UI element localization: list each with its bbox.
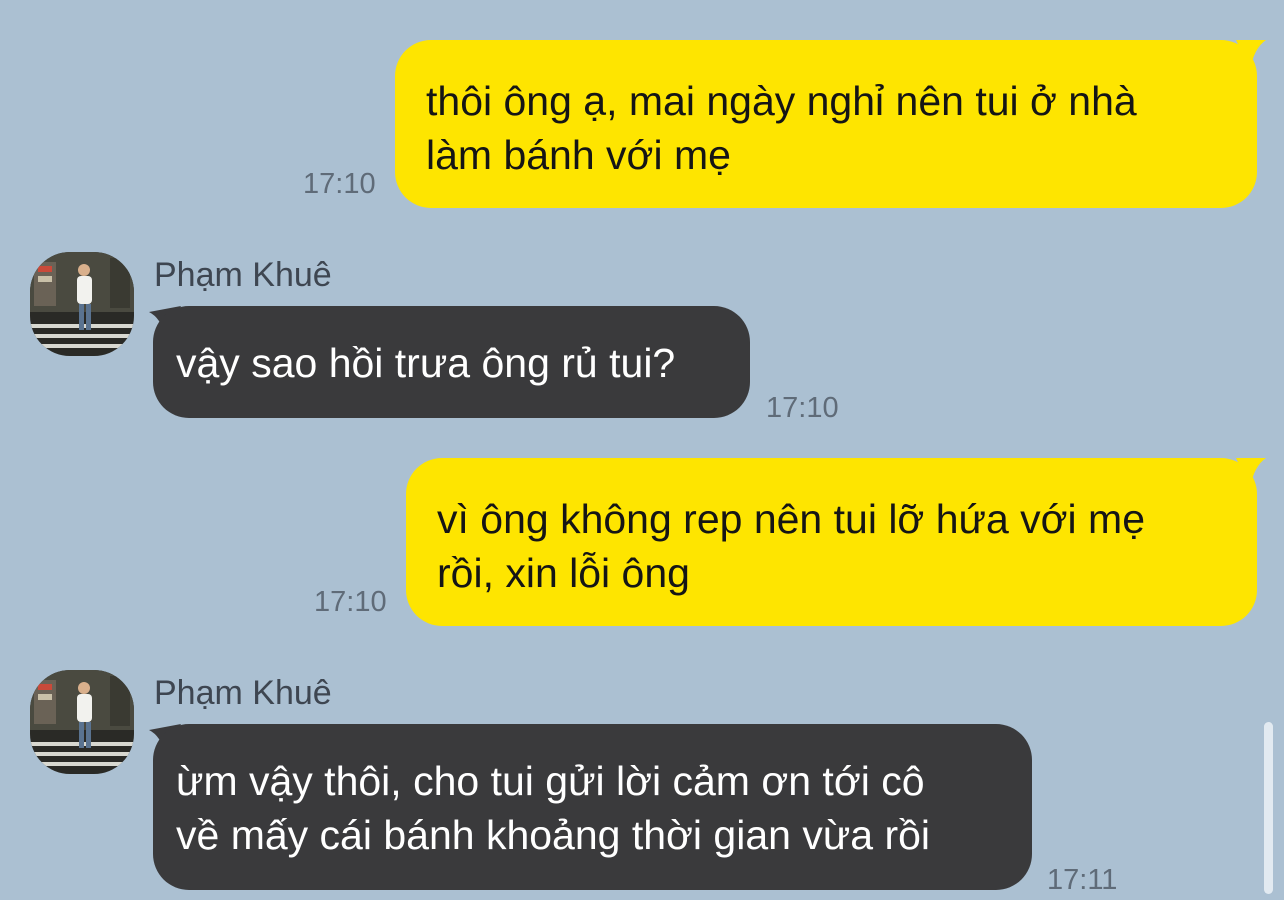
bubble-tail-icon (1236, 458, 1266, 488)
message-text-line: thôi ông ạ, mai ngày nghỉ nên tui ở nhà (426, 78, 1137, 124)
sender-avatar[interactable] (30, 252, 134, 356)
incoming-message-bubble[interactable]: vậy sao hồi trưa ông rủ tui? (153, 306, 750, 418)
message-text-line: rồi, xin lỗi ông (437, 550, 690, 596)
message-timestamp: 17:10 (766, 392, 839, 424)
avatar-photo-icon (30, 252, 134, 356)
outgoing-message-bubble[interactable]: vì ông không rep nên tui lỡ hứa với mẹ r… (406, 458, 1257, 626)
message-text-line: vì ông không rep nên tui lỡ hứa với mẹ (437, 496, 1145, 542)
message-timestamp: 17:10 (303, 168, 376, 200)
outgoing-message-bubble[interactable]: thôi ông ạ, mai ngày nghỉ nên tui ở nhà … (395, 40, 1257, 208)
sender-avatar[interactable] (30, 670, 134, 774)
message-text-line: ừm vậy thôi, cho tui gửi lời cảm ơn tới … (176, 758, 925, 804)
sender-name: Phạm Khuê (154, 256, 332, 294)
avatar-photo-icon (30, 670, 134, 774)
message-text-line: về mấy cái bánh khoảng thời gian vừa rồi (176, 812, 931, 858)
message-text-line: làm bánh với mẹ (426, 132, 731, 178)
bubble-tail-icon (1236, 40, 1266, 70)
scrollbar-thumb[interactable] (1264, 722, 1273, 894)
message-timestamp: 17:10 (314, 586, 387, 618)
sender-name: Phạm Khuê (154, 674, 332, 712)
incoming-message-bubble[interactable]: ừm vậy thôi, cho tui gửi lời cảm ơn tới … (153, 724, 1032, 890)
chat-view: thôi ông ạ, mai ngày nghỉ nên tui ở nhà … (0, 0, 1284, 900)
message-timestamp: 17:11 (1047, 864, 1118, 896)
message-text-line: vậy sao hồi trưa ông rủ tui? (176, 340, 676, 386)
